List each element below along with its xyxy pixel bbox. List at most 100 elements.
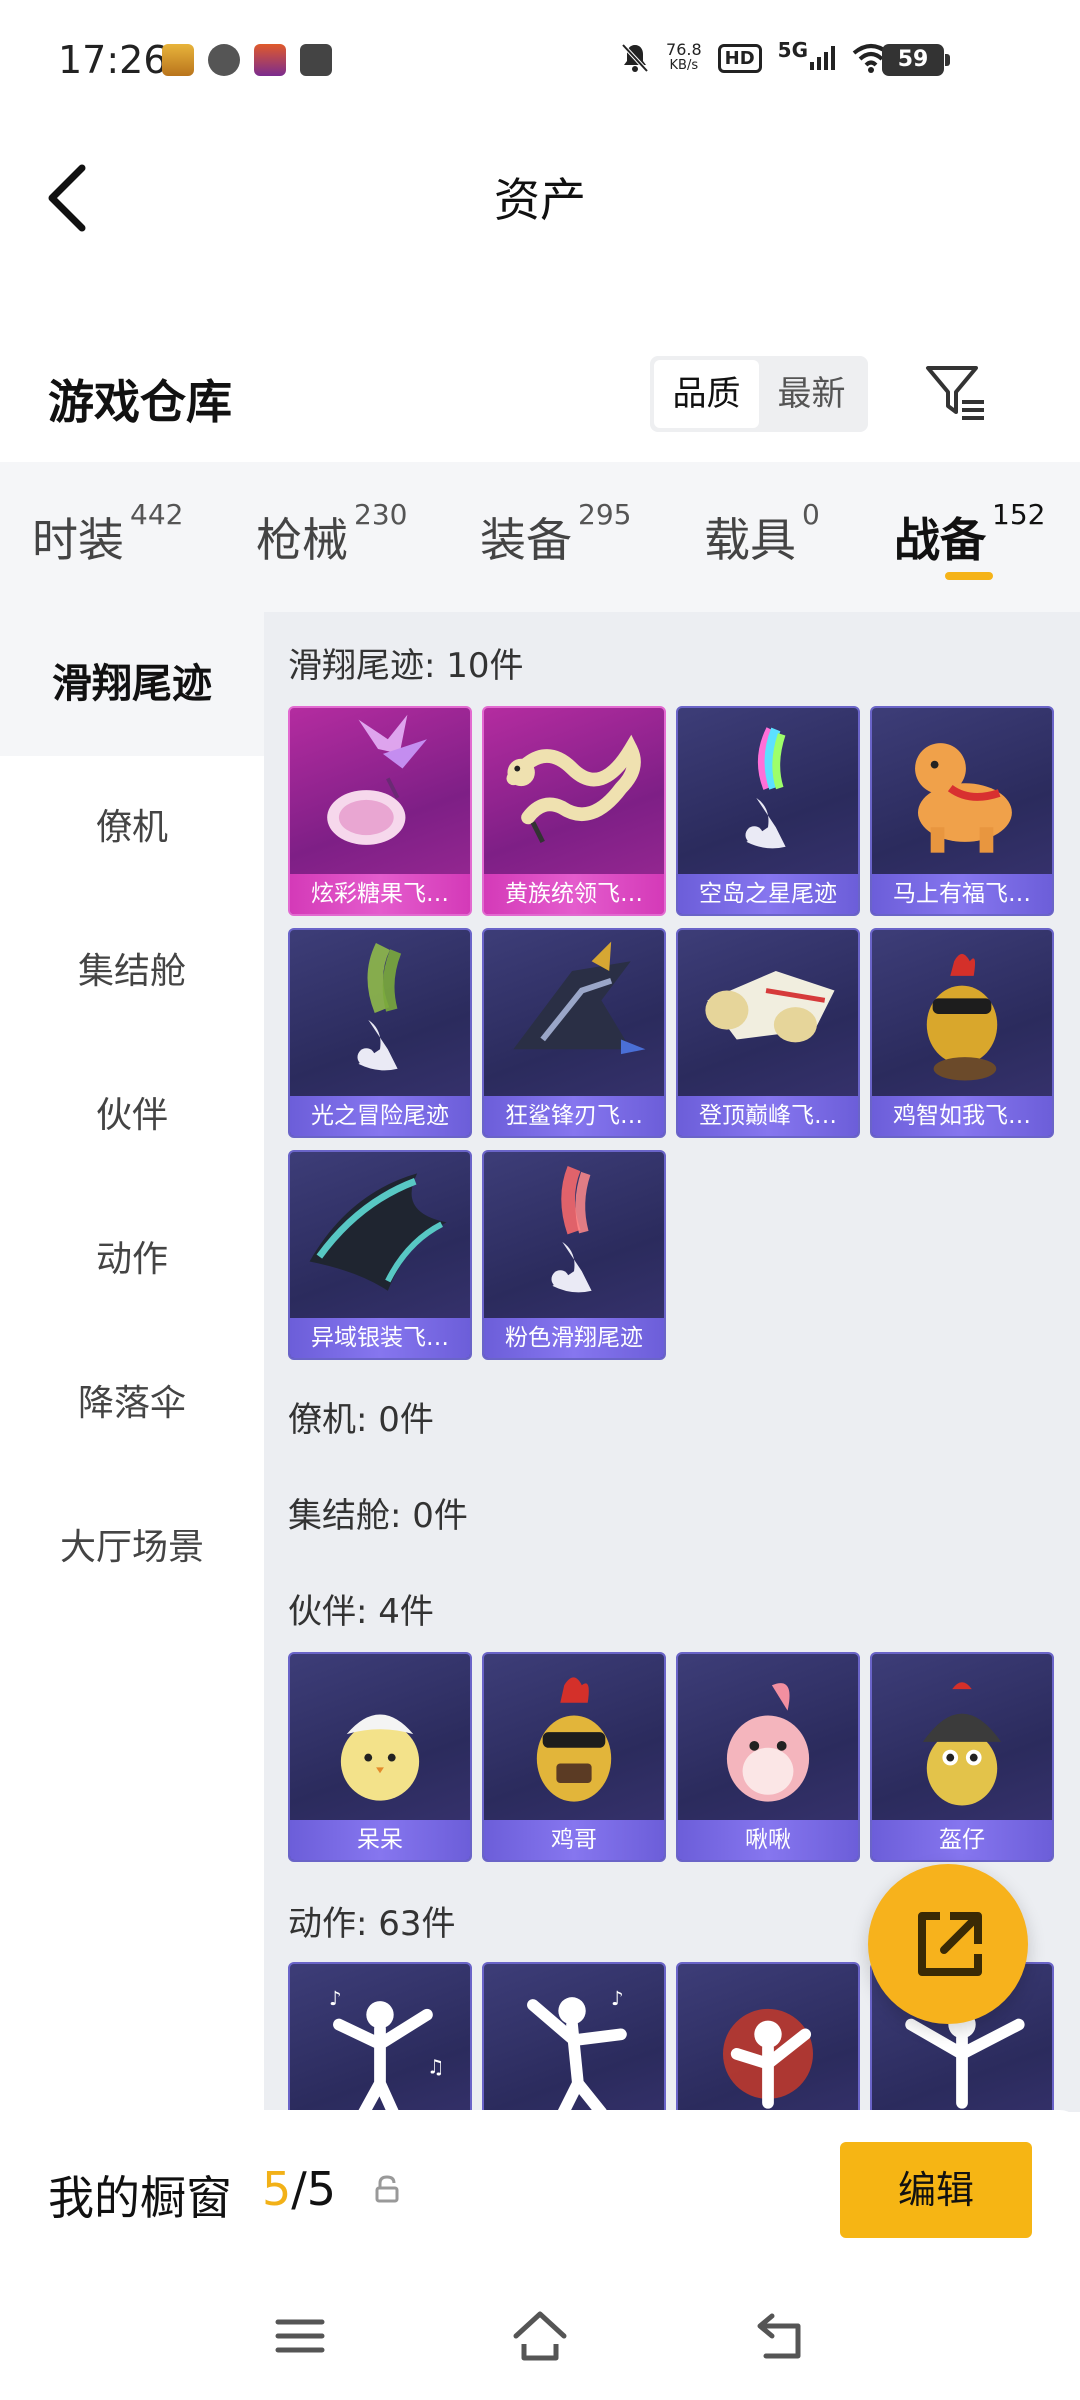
item-card[interactable] [676,1962,860,2112]
system-nav-bar [0,2270,1080,2400]
item-card[interactable]: 登顶巅峰飞… [676,928,860,1138]
tab-guns[interactable]: 枪械 230 [256,498,407,570]
active-tab-indicator [945,572,993,580]
item-name: 盔仔 [939,1827,985,1853]
tab-equipment[interactable]: 装备 295 [480,498,631,570]
svg-text:♫: ♫ [427,2055,445,2078]
signal-bars-icon [810,46,835,70]
pink-bird-icon [726,1683,810,1802]
item-name: 马上有福飞… [893,881,1031,907]
item-name: 炫彩糖果飞… [311,881,449,907]
helmet-chick-icon [922,1682,1002,1806]
item-card[interactable]: 粉色滑翔尾迹 [482,1150,666,1360]
sidebar-item-lobby-scene[interactable]: 大厅场景 [0,1476,264,1620]
svg-text:♪: ♪ [329,1987,341,2010]
section-title-glide-trail: 滑翔尾迹: 10件 [288,646,524,686]
warehouse-title: 游戏仓库 [48,375,232,429]
item-card[interactable]: 空岛之星尾迹 [676,706,860,916]
status-app-icons [162,44,332,76]
sidebar-item-parachute[interactable]: 降落伞 [0,1332,264,1476]
hd-badge: HD [717,43,762,73]
tab-combat-gear-count: 152 [992,498,1046,531]
item-card[interactable]: 黄族统领飞… [482,706,666,916]
back-nav-icon[interactable] [752,2306,812,2366]
sort-toggle: 品质 最新 [650,356,868,432]
lock-icon [375,2175,399,2203]
app-notification-icon [208,44,240,76]
chick-icon [340,1714,420,1801]
app-notification-icon [300,44,332,76]
green-smoke-icon [357,943,402,1071]
rainbow-smoke-icon [745,727,786,849]
item-card[interactable]: 鸡哥 [482,1652,666,1862]
item-name: 呆呆 [357,1827,403,1853]
tab-fashion-count: 442 [130,498,184,531]
sort-by-newest[interactable]: 最新 [759,360,864,428]
dance-pose-icon: ♪ [527,1987,627,2112]
tab-fashion-label: 时装 [32,513,124,567]
shark-glider-icon [513,941,646,1055]
item-card[interactable]: 盔仔 [870,1652,1054,1862]
pink-smoke-icon [551,1165,592,1293]
item-card[interactable]: 光之冒险尾迹 [288,928,472,1138]
showcase-separator: / [291,2162,307,2216]
app-notification-icon [254,44,286,76]
showcase-bar: 我的橱窗 5/5 编辑 [0,2110,1080,2270]
tab-vehicles-count: 0 [802,498,820,531]
network-speed-value: 76.8 [666,40,702,59]
svg-text:♪: ♪ [611,1987,623,2010]
alien-glider-icon [309,1173,447,1291]
tab-combat-gear-label: 战备 [894,513,986,567]
tab-vehicles-label: 载具 [704,513,796,567]
item-card[interactable]: 呆呆 [288,1652,472,1862]
sidebar-item-emote[interactable]: 动作 [0,1188,264,1332]
tab-equipment-count: 295 [578,498,632,531]
item-card[interactable]: 鸡智如我飞… [870,928,1054,1138]
sidebar-item-rally-pod[interactable]: 集结舱 [0,900,264,1044]
rooster-icon [536,1677,612,1802]
showcase-current: 5 [262,2162,292,2216]
section-title-rally-pod: 集结舱: 0件 [288,1496,468,1536]
candy-wings-icon [327,714,427,845]
item-name: 黄族统领飞… [505,881,643,907]
category-tabs: 时装 442 枪械 230 装备 295 载具 0 战备 152 [0,462,1080,612]
item-card[interactable]: ♪ [482,1962,666,2112]
sort-by-quality[interactable]: 品质 [654,360,759,428]
sidebar-item-companion[interactable]: 伙伴 [0,1044,264,1188]
item-card[interactable]: 啾啾 [676,1652,860,1862]
share-button[interactable] [868,1864,1028,2024]
item-card[interactable]: ♪ ♫ [288,1962,472,2112]
sidebar: 滑翔尾迹 僚机 集结舱 伙伴 动作 降落伞 大厅场景 [0,612,264,2112]
section-title-wingman: 僚机: 0件 [288,1400,434,1440]
showcase-count: 5/5 [262,2162,336,2216]
share-external-icon [918,1912,982,1976]
item-name: 粉色滑翔尾迹 [505,1325,643,1351]
sidebar-item-glide-trail[interactable]: 滑翔尾迹 [0,612,264,756]
item-card[interactable]: 狂鲨锋刃飞… [482,928,666,1138]
item-name: 狂鲨锋刃飞… [505,1103,643,1129]
item-card[interactable]: 马上有福飞… [870,706,1054,916]
jet-glider-icon [705,970,835,1043]
filter-icon[interactable] [922,360,988,426]
network-speed: 76.8 KB/s [666,42,702,74]
sidebar-item-wingman[interactable]: 僚机 [0,756,264,900]
tab-fashion[interactable]: 时装 442 [32,498,183,570]
header: 资产 [0,120,1080,270]
item-name: 空岛之星尾迹 [699,881,837,907]
tab-guns-label: 枪械 [256,513,348,567]
item-card[interactable]: 炫彩糖果飞… [288,706,472,916]
item-name: 啾啾 [745,1827,791,1853]
menu-icon[interactable] [270,2306,330,2366]
edit-button[interactable]: 编辑 [840,2142,1032,2238]
tab-vehicles[interactable]: 载具 0 [704,498,820,570]
mute-bell-icon [621,43,649,73]
home-icon[interactable] [510,2306,570,2366]
chicken-glider-icon [926,953,998,1081]
status-bar: 17:26 76.8 KB/s HD 5G 59 [0,0,1080,120]
tab-combat-gear[interactable]: 战备 152 [894,498,1045,570]
battery-indicator: 59 [882,44,950,76]
tab-equipment-label: 装备 [480,513,572,567]
item-card[interactable]: 异域银装飞… [288,1150,472,1360]
item-name: 鸡哥 [551,1827,597,1853]
showcase-label: 我的橱窗 [48,2171,232,2225]
